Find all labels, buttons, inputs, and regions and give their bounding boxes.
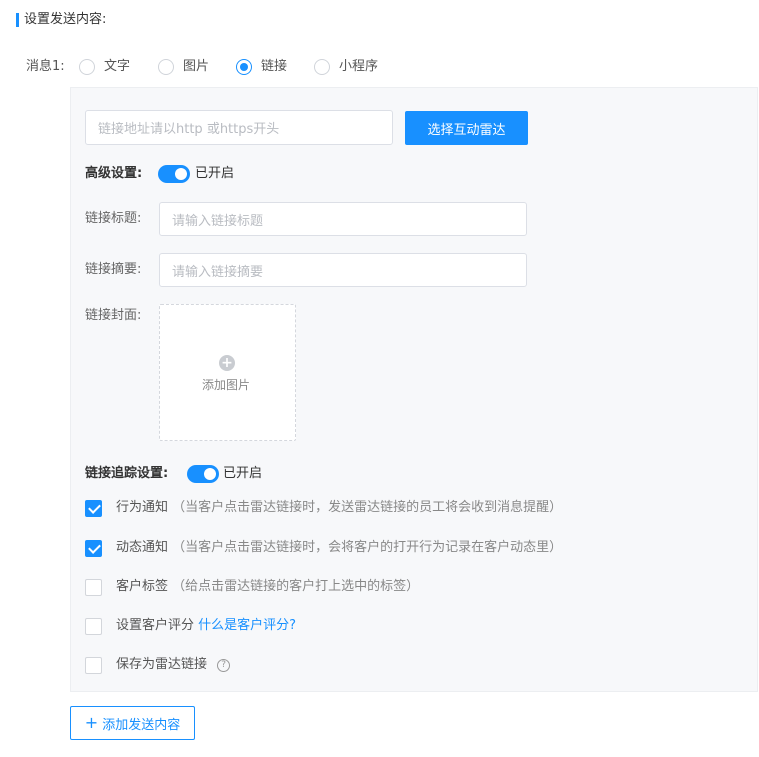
option-label: 保存为雷达链接 bbox=[116, 657, 208, 672]
radio-type-text[interactable]: 文字 bbox=[79, 57, 130, 77]
advanced-settings-status: 已开启 bbox=[195, 166, 235, 181]
save-radar-checkbox[interactable] bbox=[85, 657, 102, 674]
link-summary-label: 链接摘要: bbox=[85, 262, 142, 277]
radio-circle-checked[interactable] bbox=[236, 59, 252, 75]
advanced-settings-label: 高级设置: bbox=[85, 166, 143, 181]
option-note: （当客户点击雷达链接时，发送雷达链接的员工将会收到消息提醒） bbox=[172, 500, 563, 515]
option-note: （给点击雷达链接的客户打上选中的标签） bbox=[172, 579, 420, 594]
dynamic-notify-checkbox[interactable] bbox=[85, 540, 102, 557]
section-title-bar bbox=[16, 13, 19, 27]
link-summary-input[interactable]: 请输入链接摘要 bbox=[159, 253, 527, 287]
what-is-score-link[interactable]: 什么是客户评分? bbox=[198, 618, 296, 633]
radio-type-miniprogram[interactable]: 小程序 bbox=[314, 57, 378, 77]
select-radar-button[interactable]: 选择互动雷达 bbox=[405, 111, 528, 145]
dynamic-notify-option: 动态通知 （当客户点击雷达链接时，会将客户的打开行为记录在客户动态里） bbox=[116, 539, 562, 557]
plus-circle-icon: + bbox=[219, 355, 235, 371]
option-note: （当客户点击雷达链接时，会将客户的打开行为记录在客户动态里） bbox=[172, 540, 563, 555]
tracking-settings-status: 已开启 bbox=[223, 466, 263, 481]
message-label: 消息1: bbox=[26, 59, 65, 74]
option-label: 客户标签 bbox=[116, 579, 169, 594]
add-content-button[interactable]: + 添加发送内容 bbox=[70, 706, 195, 740]
advanced-settings-toggle[interactable] bbox=[158, 165, 190, 183]
radio-circle[interactable] bbox=[79, 59, 95, 75]
link-cover-label: 链接封面: bbox=[85, 308, 142, 323]
tracking-settings-label: 链接追踪设置: bbox=[85, 466, 169, 481]
link-url-input[interactable]: 链接地址请以http 或https开头 bbox=[85, 110, 393, 145]
question-circle-icon[interactable]: ? bbox=[217, 659, 231, 672]
customer-score-option: 设置客户评分 什么是客户评分? bbox=[116, 617, 296, 635]
radio-type-image[interactable]: 图片 bbox=[158, 57, 209, 77]
radio-type-link[interactable]: 链接 bbox=[236, 57, 287, 77]
option-label: 动态通知 bbox=[116, 540, 169, 555]
link-title-label: 链接标题: bbox=[85, 211, 142, 226]
radio-circle[interactable] bbox=[158, 59, 174, 75]
add-content-label: 添加发送内容 bbox=[102, 717, 181, 733]
customer-score-checkbox[interactable] bbox=[85, 618, 102, 635]
upload-label: 添加图片 bbox=[202, 378, 251, 392]
behavior-notify-option: 行为通知 （当客户点击雷达链接时，发送雷达链接的员工将会收到消息提醒） bbox=[116, 499, 562, 517]
save-radar-option: 保存为雷达链接 ? bbox=[116, 656, 231, 674]
link-title-input[interactable]: 请输入链接标题 bbox=[159, 202, 527, 236]
customer-tag-checkbox[interactable] bbox=[85, 579, 102, 596]
radio-label: 图片 bbox=[183, 59, 210, 74]
option-label: 行为通知 bbox=[116, 500, 169, 515]
customer-tag-option: 客户标签 （给点击雷达链接的客户打上选中的标签） bbox=[116, 578, 419, 596]
tracking-settings-toggle[interactable] bbox=[187, 465, 219, 483]
radio-label: 文字 bbox=[104, 59, 131, 74]
radio-circle[interactable] bbox=[314, 59, 330, 75]
radio-label: 链接 bbox=[261, 59, 288, 74]
plus-icon: + bbox=[84, 713, 99, 732]
option-label: 设置客户评分 bbox=[116, 618, 195, 633]
section-title: 设置发送内容: bbox=[24, 12, 107, 27]
behavior-notify-checkbox[interactable] bbox=[85, 500, 102, 517]
cover-upload-area[interactable] bbox=[159, 304, 296, 441]
radio-label: 小程序 bbox=[339, 59, 379, 74]
